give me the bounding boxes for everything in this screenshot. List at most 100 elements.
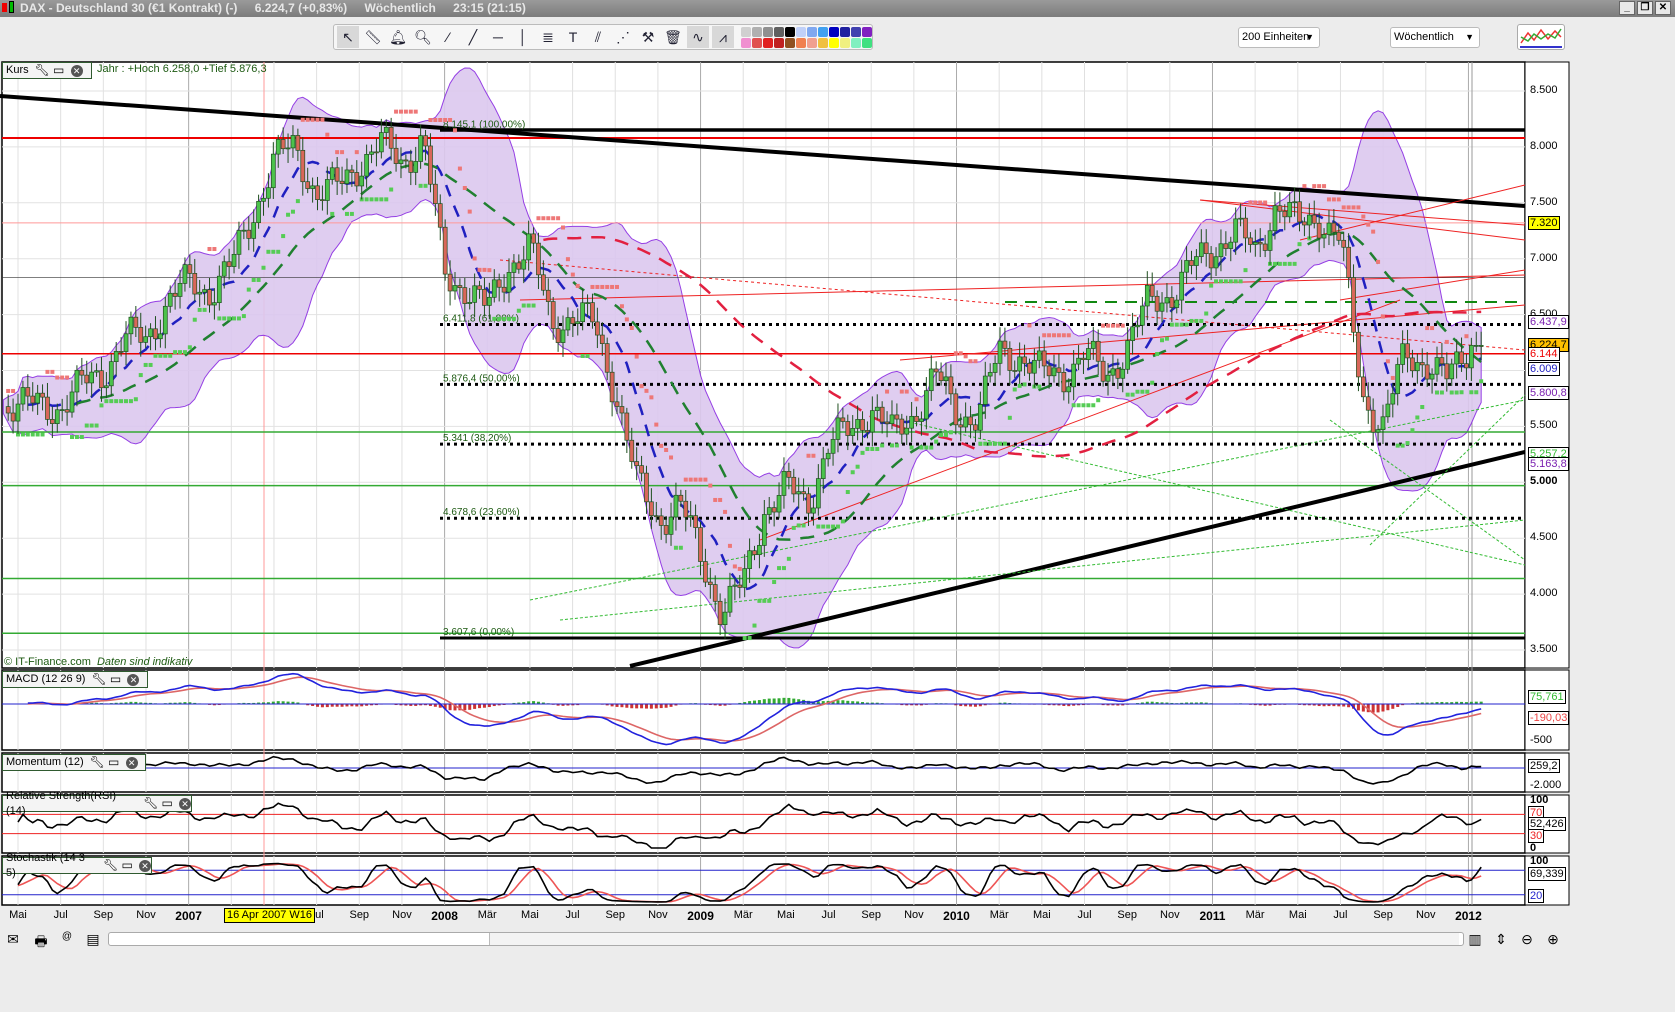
candle — [108, 361, 114, 387]
window-icon[interactable]: ▭ — [121, 858, 133, 873]
candle — [207, 289, 212, 306]
close-panel-icon[interactable]: ✕ — [179, 797, 191, 810]
fib-level-label: 5.341 (38,20%) — [443, 433, 511, 444]
candle — [722, 611, 728, 625]
candle — [1469, 345, 1474, 369]
candle — [811, 507, 816, 514]
candle — [388, 126, 394, 149]
window-icon[interactable]: ▭ — [108, 755, 120, 770]
y-axis-tick: 3.500 — [1530, 643, 1558, 655]
sar-dot — [983, 441, 988, 446]
candle — [212, 302, 217, 306]
candle — [1179, 271, 1185, 301]
wrench-icon[interactable]: 🔧︎ — [90, 755, 105, 770]
print-icon[interactable]: 🖶︎ — [32, 931, 50, 955]
close-panel-icon[interactable]: ✕ — [70, 64, 83, 77]
zoom-vertical-icon[interactable]: ⇕ — [1492, 931, 1510, 948]
candle — [158, 333, 163, 340]
candle — [717, 600, 723, 625]
sar-dot — [408, 109, 413, 114]
candle — [104, 385, 109, 389]
sar-dot — [1439, 390, 1444, 395]
window-icon[interactable]: ▭ — [109, 672, 121, 687]
wrench-icon[interactable]: 🔧︎ — [103, 858, 118, 873]
sar-dot — [497, 316, 502, 321]
horizontal-scrollbar[interactable] — [108, 932, 1464, 946]
sar-dot — [45, 369, 50, 374]
zoom-in-icon[interactable]: ⊕ — [1544, 931, 1562, 948]
candle — [1405, 343, 1410, 359]
candle — [919, 418, 924, 422]
candle — [1198, 242, 1204, 257]
x-axis-label: Nov — [392, 909, 412, 921]
candle — [1410, 357, 1415, 372]
sar-dot — [1380, 314, 1385, 319]
x-axis-label: Mai — [9, 909, 27, 921]
macd-value-label: 75,761 — [1528, 690, 1566, 704]
sar-dot — [909, 445, 914, 450]
sar-dot — [1076, 403, 1081, 408]
sar-dot — [1017, 383, 1022, 388]
candle — [1321, 234, 1327, 239]
sar-dot — [958, 351, 963, 356]
price-marker-label: 5.163,8 — [1528, 456, 1569, 471]
sar-dot — [1253, 200, 1258, 205]
x-axis-label: Sep — [1117, 909, 1137, 921]
candle — [20, 387, 26, 405]
sar-dot — [845, 490, 850, 495]
candle — [501, 286, 507, 293]
mail-icon[interactable]: ✉ — [4, 931, 22, 948]
sar-dot — [654, 422, 659, 427]
wrench-icon[interactable]: 🔧︎ — [35, 63, 50, 78]
report-icon[interactable]: ▤ — [84, 931, 102, 948]
cursor-date-label: 16 Apr 2007 W16 — [224, 908, 316, 923]
sar-dot — [767, 598, 772, 603]
scrollbar-thumb[interactable] — [489, 933, 1459, 945]
sar-dot — [192, 317, 197, 322]
price-marker-label: 5.800,8 — [1528, 385, 1569, 400]
x-axis-label: 2009 — [687, 909, 714, 923]
candle — [1306, 214, 1312, 226]
wrench-icon[interactable]: 🔧︎ — [143, 796, 158, 811]
sar-dot — [639, 384, 644, 389]
sar-dot — [369, 197, 374, 202]
sar-dot — [384, 197, 389, 202]
x-axis-label: Jul — [565, 909, 580, 921]
sar-dot — [1425, 326, 1430, 331]
candle — [1277, 205, 1283, 212]
panel-label: Stochastik (14 3 5) — [6, 851, 85, 879]
chart-toggle-icon[interactable]: ▥ — [1466, 931, 1484, 948]
window-icon[interactable]: ▭ — [53, 63, 65, 78]
sar-dot — [178, 350, 183, 355]
chart-canvas[interactable]: 8.145,1 (100,00%)6.411,8 (61,80%)5.876,4… — [0, 0, 1675, 1012]
link-icon[interactable]: @ — [58, 931, 76, 942]
close-panel-icon[interactable]: ✕ — [125, 756, 138, 769]
window-icon[interactable]: ▭ — [161, 796, 173, 811]
candle — [830, 439, 836, 454]
candle — [1459, 351, 1464, 365]
sar-dot — [516, 308, 521, 313]
sar-dot — [624, 317, 629, 322]
candle — [339, 180, 345, 184]
close-panel-icon[interactable]: ✕ — [139, 859, 151, 872]
candle — [693, 515, 698, 528]
disclaimer-text: Daten sind indikativ — [96, 656, 193, 668]
candle — [904, 427, 910, 435]
candle — [516, 262, 522, 270]
candle — [1351, 277, 1356, 333]
sar-dot — [25, 432, 30, 437]
momentum-value-label: 259,2 — [1528, 759, 1560, 773]
candle — [1311, 214, 1317, 224]
candle — [320, 199, 325, 201]
sar-dot — [924, 445, 929, 450]
momentum-tick: -2.000 — [1530, 779, 1562, 791]
zoom-out-icon[interactable]: ⊖ — [1518, 931, 1536, 948]
candle — [953, 393, 959, 426]
close-panel-icon[interactable]: ✕ — [127, 673, 140, 686]
sar-dot — [757, 598, 762, 603]
wrench-icon[interactable]: 🔧︎ — [91, 672, 106, 687]
sar-dot — [914, 397, 919, 402]
sar-dot — [649, 395, 654, 400]
sar-dot — [124, 399, 129, 404]
sar-dot — [1115, 323, 1120, 328]
